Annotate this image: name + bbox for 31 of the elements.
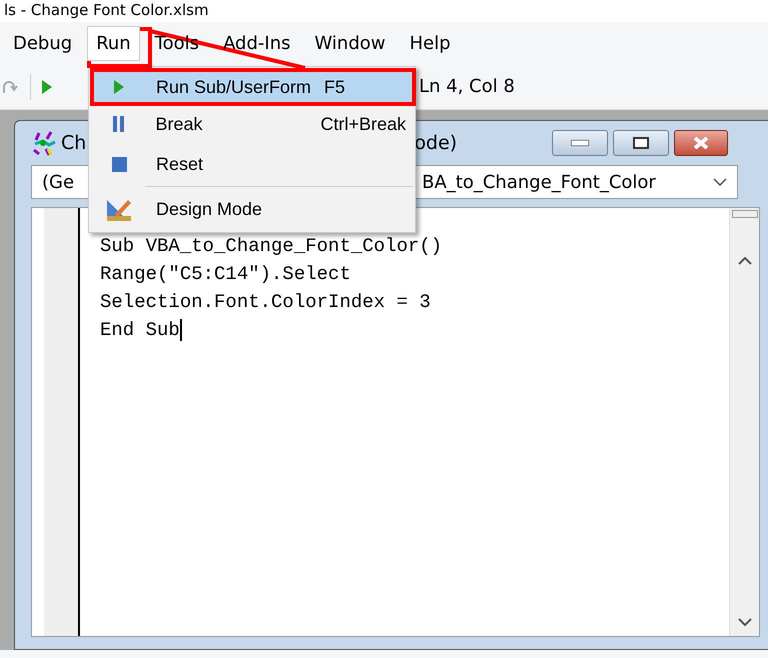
maximize-button[interactable] xyxy=(613,130,669,156)
close-button[interactable] xyxy=(674,130,728,156)
cursor-position: Ln 4, Col 8 xyxy=(419,75,515,99)
window-title: Ch xyxy=(61,130,86,156)
code-line: Sub VBA_to_Change_Font_Color() xyxy=(100,234,444,259)
menu-item[interactable]: Window xyxy=(306,26,394,60)
close-icon xyxy=(692,136,710,150)
menu-item[interactable]: Debug xyxy=(4,26,82,60)
run-icon xyxy=(114,80,124,94)
scroll-up-icon[interactable] xyxy=(738,257,752,265)
scrollbar-button[interactable] xyxy=(732,210,758,218)
minimize-button[interactable] xyxy=(552,130,608,156)
maximize-icon xyxy=(633,137,649,149)
menu-item[interactable]: Break Ctrl+Break xyxy=(91,104,413,144)
code-line: End Sub xyxy=(100,319,180,341)
code-line: Range("C5:C14").Select xyxy=(100,262,352,287)
menu-item[interactable]: Add-Ins xyxy=(214,26,300,60)
scroll-down-icon[interactable] xyxy=(738,618,752,626)
code-line: Selection.Font.ColorIndex = 3 xyxy=(100,290,432,315)
menu-item[interactable]: Help xyxy=(400,26,460,60)
window-title: ls - Change Font Color.xlsm xyxy=(4,1,209,19)
menu-item[interactable]: Run xyxy=(87,26,140,60)
minimize-icon xyxy=(571,140,589,146)
chevron-down-icon xyxy=(713,178,727,186)
pause-icon xyxy=(112,116,125,132)
run-icon[interactable] xyxy=(41,78,53,94)
menu-item[interactable]: Tools xyxy=(146,26,208,60)
text-cursor xyxy=(180,318,182,341)
stop-icon xyxy=(112,156,126,172)
module-icon xyxy=(31,130,57,156)
window-title: ode) xyxy=(414,130,458,156)
